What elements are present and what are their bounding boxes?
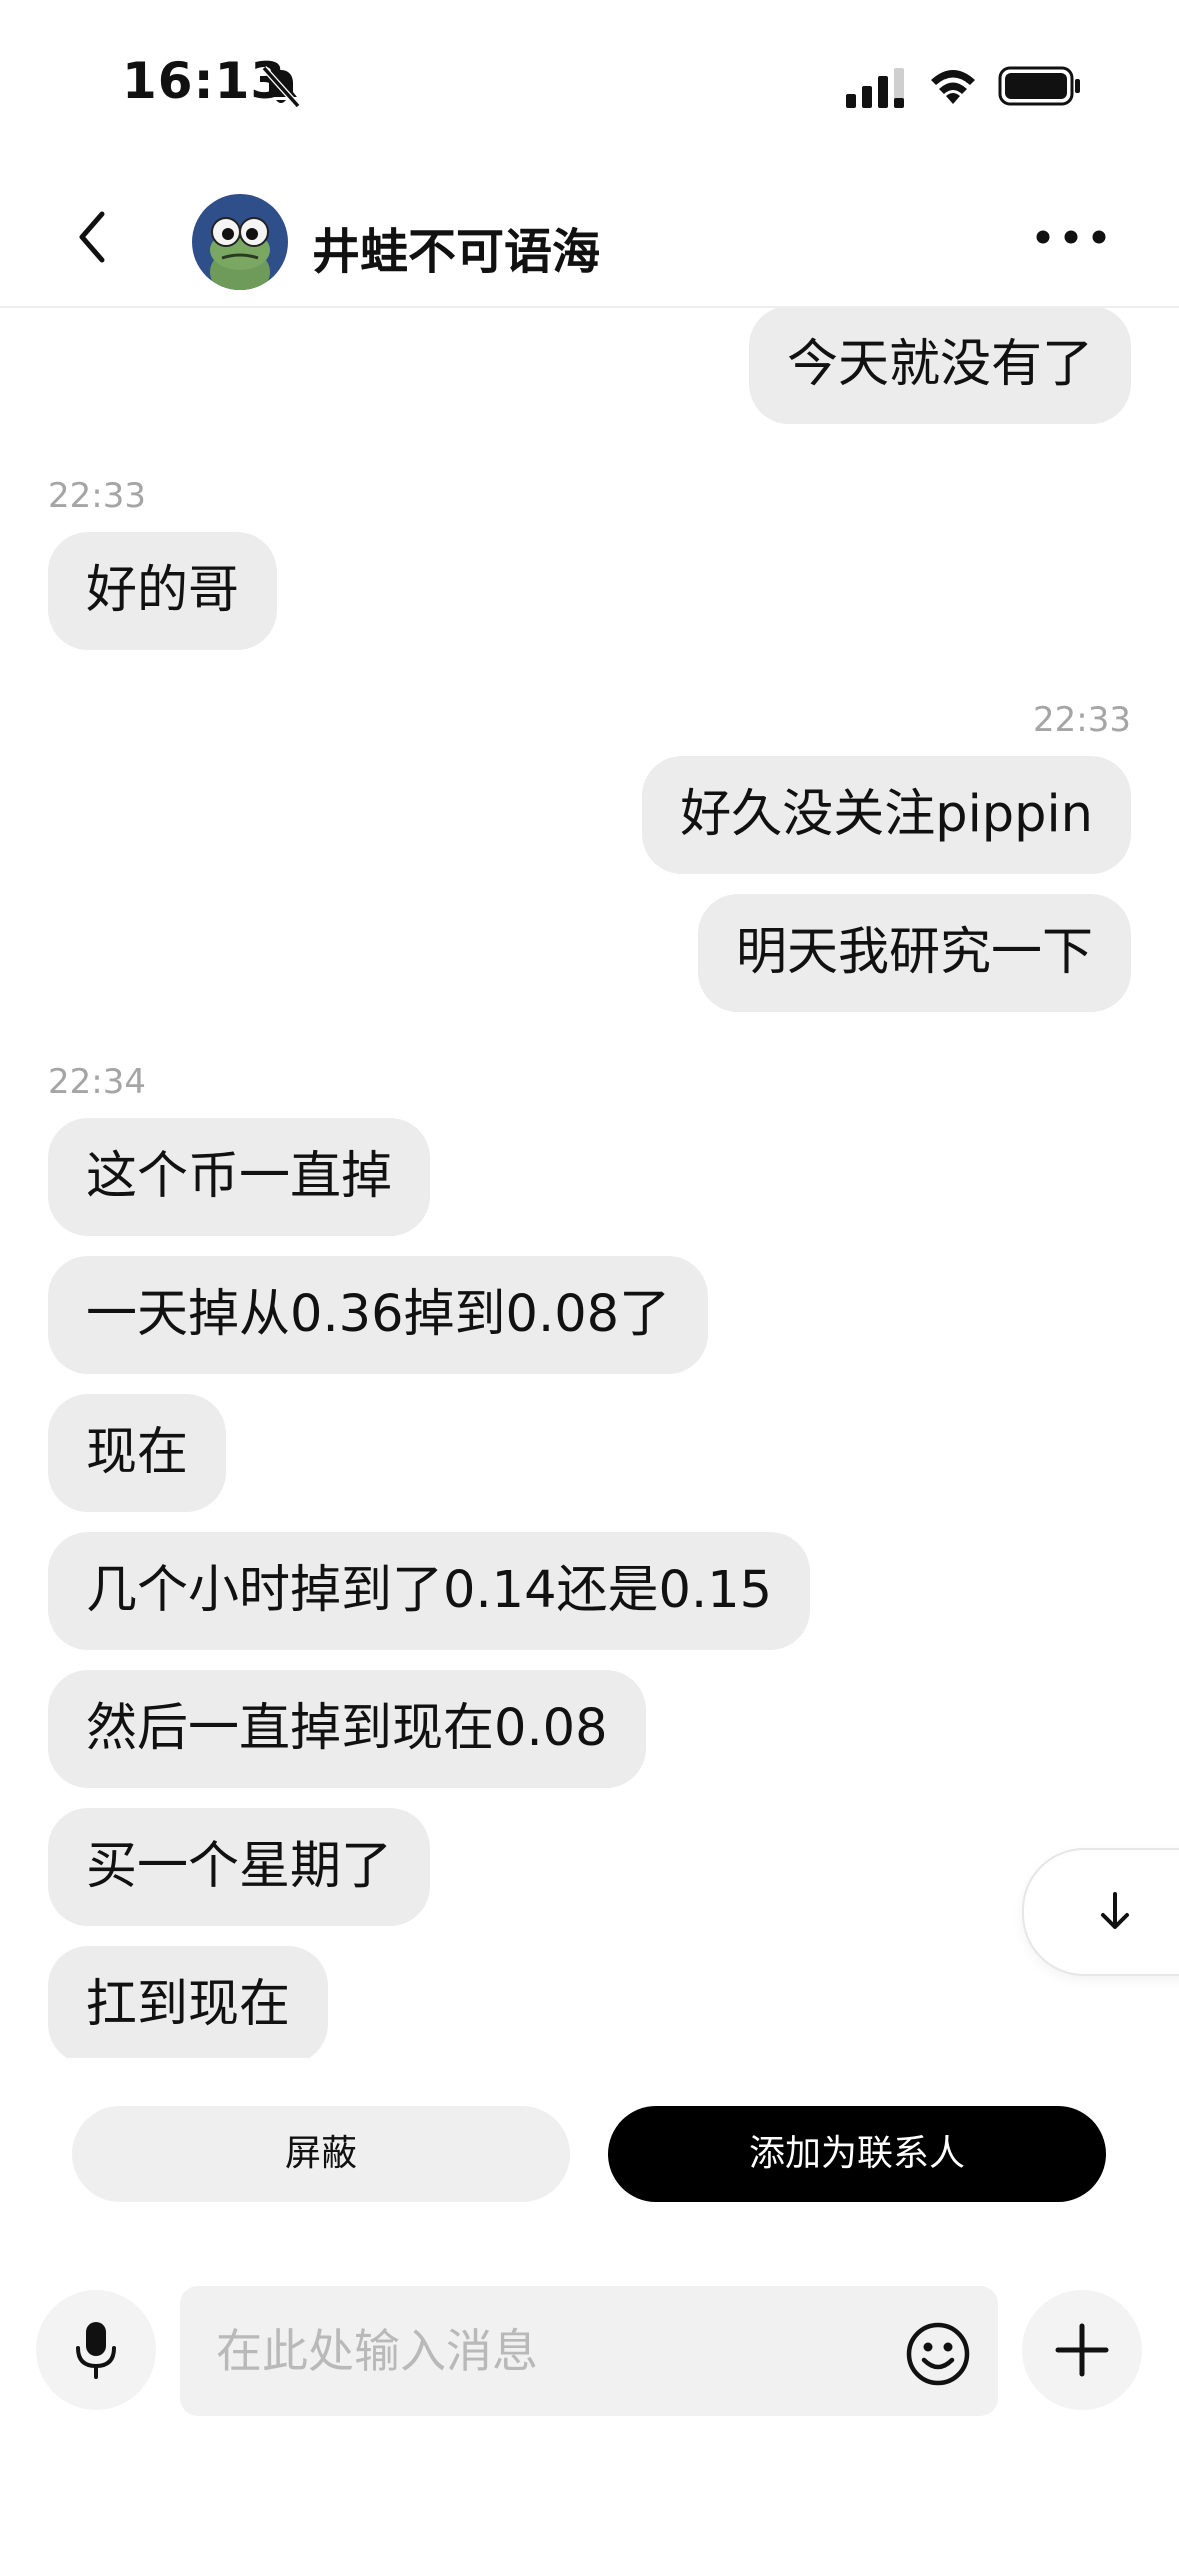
contact-name[interactable]: 井蛙不可语海 xyxy=(312,212,600,282)
back-button[interactable] xyxy=(60,202,130,272)
add-contact-button[interactable]: 添加为联系人 xyxy=(608,2106,1106,2202)
message-input[interactable] xyxy=(180,2286,998,2416)
message-bubble-outgoing[interactable]: 今天就没有了 xyxy=(748,308,1131,424)
plus-icon xyxy=(1055,2323,1109,2377)
message-bubble-incoming[interactable]: 几个小时掉到了0.14还是0.15 xyxy=(48,1532,811,1650)
scroll-to-bottom-button[interactable] xyxy=(1022,1848,1179,1976)
wifi-icon xyxy=(931,70,975,104)
message-bubble-incoming[interactable]: 一天掉从0.36掉到0.08了 xyxy=(48,1256,709,1374)
bell-muted-icon xyxy=(261,65,301,109)
message-bubble-incoming[interactable]: 好的哥 xyxy=(48,532,278,650)
status-bar: 16:13 xyxy=(0,0,1179,170)
battery-icon xyxy=(998,66,1080,106)
message-bubble-incoming[interactable]: 然后一直掉到现在0.08 xyxy=(48,1670,646,1788)
block-button[interactable]: 屏蔽 xyxy=(72,2106,570,2202)
emoji-button[interactable] xyxy=(904,2320,972,2388)
avatar[interactable] xyxy=(192,194,288,290)
frog-avatar-icon xyxy=(192,194,288,290)
message-bubble-incoming[interactable]: 现在 xyxy=(48,1394,227,1512)
message-bubble-outgoing[interactable]: 好久没关注pippin xyxy=(642,756,1131,874)
message-bubble-incoming[interactable]: 买一个星期了 xyxy=(48,1808,431,1926)
message-bubble-outgoing[interactable]: 明天我研究一下 xyxy=(697,894,1131,1012)
message-bubble-incoming[interactable]: 扛到现在 xyxy=(48,1946,329,2058)
voice-input-button[interactable] xyxy=(36,2290,156,2410)
chat-header: 井蛙不可语海 xyxy=(0,170,1179,308)
arrow-down-icon xyxy=(1101,1892,1129,1929)
cellular-signal-icon xyxy=(846,68,904,108)
message-timestamp: 22:33 xyxy=(1033,700,1131,740)
message-bubble-incoming[interactable]: 这个币一直掉 xyxy=(48,1118,431,1236)
attach-plus-button[interactable] xyxy=(1022,2290,1142,2410)
message-timestamp: 22:34 xyxy=(48,1062,146,1102)
more-options-button[interactable] xyxy=(1030,212,1112,262)
microphone-icon xyxy=(76,2322,116,2379)
message-list[interactable]: 今天就没有了 22:33 好的哥 22:33 好久没关注pippin 明天我研究… xyxy=(0,308,1179,2058)
message-timestamp: 22:33 xyxy=(48,476,146,516)
